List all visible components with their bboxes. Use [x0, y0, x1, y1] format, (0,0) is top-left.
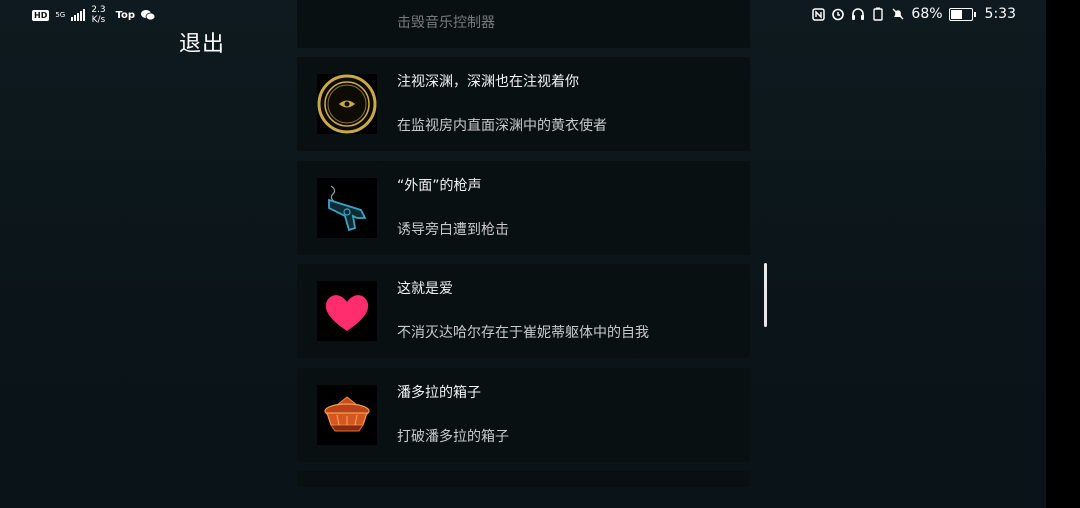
achievement-card[interactable] — [297, 471, 750, 487]
device-battery-icon — [871, 7, 885, 21]
network-speed-unit: K/s — [91, 15, 106, 25]
network-speed-value: 2.3 — [91, 5, 106, 15]
scrollbar-thumb[interactable] — [764, 263, 767, 327]
achievement-card[interactable]: 击毁音乐控制器 — [297, 0, 750, 48]
status-right: 68% 5:33 — [811, 6, 1016, 22]
achievement-title: 潘多拉的箱子 — [397, 385, 481, 401]
achievement-title: “外面”的枪声 — [397, 178, 482, 194]
pandora-box-icon — [317, 385, 377, 445]
achievement-card[interactable]: 这就是爱 不消灭达哈尔存在于崔妮蒂躯体中的自我 — [297, 264, 750, 358]
achievement-desc: 不消灭达哈尔存在于崔妮蒂躯体中的自我 — [397, 325, 649, 341]
revolver-icon — [317, 178, 377, 238]
headphones-icon — [851, 7, 865, 21]
alarm-icon — [831, 7, 845, 21]
nfc-icon — [811, 7, 825, 21]
achievement-desc: 打破潘多拉的箱子 — [397, 429, 509, 445]
battery-icon — [948, 7, 976, 21]
status-left: HD 5G 2.3 K/s Top — [32, 5, 156, 25]
heart-icon — [317, 281, 377, 341]
network-type: 5G — [55, 11, 66, 19]
screen-edge — [1046, 0, 1080, 508]
achievement-card[interactable]: 注视深渊，深渊也在注视着你 在监视房内直面深渊中的黄衣使者 — [297, 57, 750, 151]
network-speed: 2.3 K/s — [91, 5, 105, 25]
exit-button[interactable]: 退出 — [179, 26, 225, 58]
app-screen: HD 5G 2.3 K/s Top 68% 5:33 退出 击毁音乐控制器 注视… — [0, 0, 1046, 508]
achievement-desc: 在监视房内直面深渊中的黄衣使者 — [397, 118, 607, 134]
mute-bell-icon — [891, 7, 905, 21]
clock: 5:33 — [984, 6, 1016, 22]
achievement-card[interactable]: “外面”的枪声 诱导旁白遭到枪击 — [297, 161, 750, 255]
achievement-desc: 击毁音乐控制器 — [397, 15, 495, 31]
wechat-icon — [141, 8, 156, 22]
hd-badge: HD — [32, 9, 50, 21]
achievement-list[interactable]: 击毁音乐控制器 注视深渊，深渊也在注视着你 在监视房内直面深渊中的黄衣使者 “外… — [297, 0, 750, 487]
signal-icon — [71, 9, 86, 21]
app-tag: Top — [115, 9, 136, 21]
achievement-title: 这就是爱 — [397, 281, 453, 297]
eye-medallion-icon — [317, 74, 377, 134]
battery-percent: 68% — [911, 6, 943, 22]
achievement-desc: 诱导旁白遭到枪击 — [397, 222, 509, 238]
battery-fill — [950, 9, 963, 19]
achievement-title: 注视深渊，深渊也在注视着你 — [397, 74, 579, 90]
achievement-card[interactable]: 潘多拉的箱子 打破潘多拉的箱子 — [297, 368, 750, 462]
